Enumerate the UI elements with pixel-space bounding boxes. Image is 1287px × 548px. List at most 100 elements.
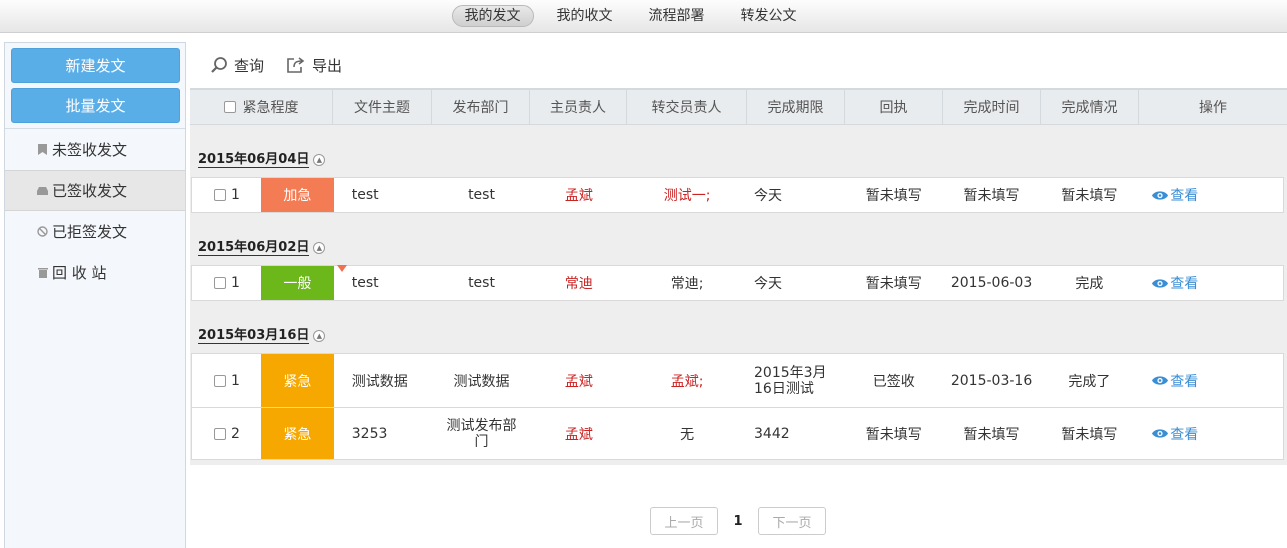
cell-subject: test <box>334 266 433 300</box>
ban-icon <box>37 226 48 237</box>
transfer-text: 常迪; <box>670 276 704 292</box>
eye-icon <box>1152 429 1169 438</box>
cell-subject: test <box>334 178 433 212</box>
date-group-header: 2015年06月04日 ▲ <box>198 151 326 169</box>
sidebar-item-label: 回 收 站 <box>52 264 107 282</box>
urgency-badge: 加急 <box>260 178 334 212</box>
row-checkbox[interactable] <box>214 374 226 387</box>
owner-text: 孟斌 <box>564 426 593 443</box>
header-label: 完成情况 <box>1061 100 1118 116</box>
row-checkbox[interactable] <box>214 277 226 289</box>
view-label: 查看 <box>1170 373 1199 390</box>
tab-forward-docs[interactable]: 转发公文 <box>728 5 810 27</box>
deadline-text: 今天 <box>754 188 782 204</box>
cell-dept: 测试发布部 门 <box>433 408 531 459</box>
status-text: 暂未填写 <box>1061 426 1118 443</box>
cell-subject: 测试数据 <box>334 354 433 407</box>
next-page-button[interactable]: 下一页 <box>758 507 826 535</box>
header-label: 转交员责人 <box>651 100 722 116</box>
cell-deadline: 3442 <box>747 408 845 459</box>
row-number: 1 <box>231 275 240 291</box>
tab-my-outgoing[interactable]: 我的发文 <box>451 5 534 27</box>
header-transfer: 转交员责人 <box>627 90 747 124</box>
urgency-label: 一般 <box>283 276 312 292</box>
cell-status: 完成 <box>1040 266 1138 300</box>
owner-text: 孟斌 <box>564 188 593 204</box>
header-label: 发布部门 <box>452 100 509 116</box>
view-link[interactable]: 查看 <box>1138 408 1283 459</box>
done-time-text: 2015-03-16 <box>950 372 1033 389</box>
pagination: 上一页 1 下一页 <box>650 507 826 535</box>
view-label: 查看 <box>1170 426 1199 443</box>
cell-status: 暂未填写 <box>1040 178 1138 212</box>
status-text: 完成 <box>1075 276 1104 292</box>
receipt-text: 暂未填写 <box>865 426 922 443</box>
row-checkbox[interactable] <box>214 427 226 440</box>
sidebar-item-signed[interactable]: 已签收发文 <box>5 170 185 211</box>
table-row[interactable]: 1 紧急 测试数据 测试数据 孟斌 孟斌; 2015年3月 16日测试 已签收 … <box>191 353 1284 407</box>
header-subject: 文件主题 <box>333 90 432 124</box>
prev-page-button[interactable]: 上一页 <box>650 507 718 535</box>
tab-process-deploy[interactable]: 流程部署 <box>636 5 718 27</box>
table-row[interactable]: 2 紧急 3253 测试发布部 门 孟斌 无 3442 暂未填写 暂未填写 暂未… <box>191 407 1284 460</box>
collapse-icon[interactable]: ▲ <box>313 330 326 342</box>
tab-my-incoming[interactable]: 我的收文 <box>544 5 626 27</box>
new-document-button[interactable]: 新建发文 <box>11 48 180 83</box>
cell-deadline: 今天 <box>747 178 845 212</box>
done-time-text: 2015-06-03 <box>950 275 1033 291</box>
header-urgency: 紧急程度 <box>190 90 333 124</box>
export-icon <box>287 57 305 73</box>
collapse-icon[interactable]: ▲ <box>313 154 326 166</box>
sidebar-item-label: 未签收发文 <box>52 141 128 159</box>
cell-owner: 孟斌 <box>530 354 627 407</box>
collapse-icon[interactable]: ▲ <box>313 242 326 254</box>
subject-text: test <box>351 275 379 291</box>
deadline-text: 3442 <box>754 425 790 442</box>
header-label: 紧急程度 <box>242 100 299 116</box>
dept-text: test <box>468 187 495 203</box>
row-checkbox[interactable] <box>214 189 226 201</box>
table-row[interactable]: 1 加急 test test 孟斌 测试一; 今天 暂未填写 暂未填写 暂未填写… <box>191 177 1284 213</box>
sidebar-item-rejected[interactable]: 已拒签发文 <box>5 211 185 252</box>
toolbar: 查询 导出 <box>190 42 1287 88</box>
dept-text: test <box>468 275 495 291</box>
urgency-label: 紧急 <box>283 373 312 390</box>
sidebar-item-label: 已拒签发文 <box>52 223 128 241</box>
deadline-text: 2015年3月 16日测试 <box>754 364 827 397</box>
done-time-text: 暂未填写 <box>963 188 1020 204</box>
deadline-text: 今天 <box>754 276 782 292</box>
view-link[interactable]: 查看 <box>1138 178 1283 212</box>
row-number: 1 <box>231 187 240 203</box>
sidebar: 新建发文 批量发文 未签收发文 已签收发文 已拒签发文 回 收 站 <box>4 42 186 548</box>
status-text: 完成了 <box>1068 373 1111 390</box>
select-all-checkbox[interactable] <box>223 101 236 113</box>
header-receipt: 回执 <box>845 90 943 124</box>
cell-transfer: 孟斌; <box>627 354 747 407</box>
sidebar-item-label: 已签收发文 <box>52 182 128 200</box>
urgency-badge: 紧急 <box>260 354 334 407</box>
cell-receipt: 已签收 <box>845 354 943 407</box>
view-link[interactable]: 查看 <box>1138 266 1283 300</box>
transfer-text: 孟斌; <box>670 373 704 390</box>
transfer-text: 测试一; <box>663 188 711 204</box>
cell-transfer: 测试一; <box>627 178 747 212</box>
current-page: 1 <box>733 513 743 529</box>
urgency-badge: 紧急 <box>260 408 334 459</box>
row-index: 2 <box>192 408 261 459</box>
sidebar-item-unsigned[interactable]: 未签收发文 <box>5 129 185 170</box>
batch-document-button[interactable]: 批量发文 <box>11 88 180 123</box>
header-label: 完成时间 <box>963 100 1020 116</box>
view-link[interactable]: 查看 <box>1138 354 1283 407</box>
top-nav: 我的发文 我的收文 流程部署 转发公文 <box>0 0 1287 33</box>
cell-subject: 3253 <box>334 408 433 459</box>
header-label: 操作 <box>1199 100 1227 116</box>
export-button[interactable]: 导出 <box>286 55 342 76</box>
query-button[interactable]: 查询 <box>210 55 264 76</box>
sidebar-item-recycle[interactable]: 回 收 站 <box>5 252 185 293</box>
row-index: 1 <box>192 354 261 407</box>
table-row[interactable]: 1 一般 test test 常迪 常迪; 今天 暂未填写 2015-06-03… <box>191 265 1284 301</box>
cell-done-time: 暂未填写 <box>943 178 1041 212</box>
view-label: 查看 <box>1170 276 1199 292</box>
cell-transfer: 无 <box>627 408 747 459</box>
cell-dept: 测试数据 <box>433 354 531 407</box>
